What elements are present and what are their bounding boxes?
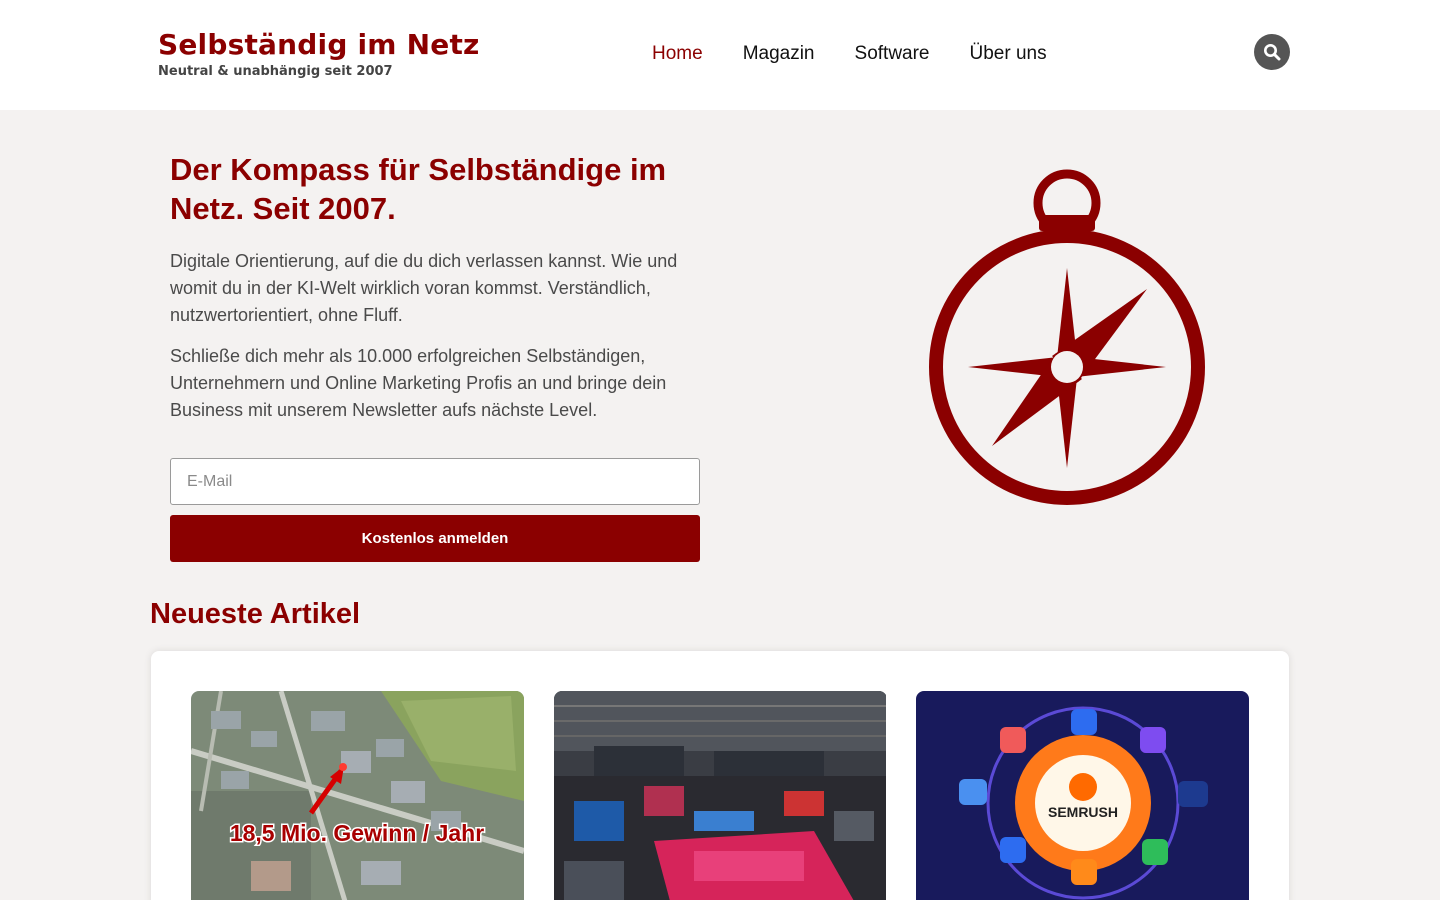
hero-title: Der Kompass für Selbständige im Netz. Se… (170, 152, 667, 226)
article-card[interactable]: SEMRUSH (916, 691, 1249, 900)
article-card[interactable]: 18,5 Mio. Gewinn / Jahr (191, 691, 524, 900)
nav-item-magazin[interactable]: Magazin (743, 43, 815, 65)
search-icon (1264, 44, 1281, 61)
article-image-caption: SEMRUSH (1048, 804, 1118, 820)
compass-icon (928, 168, 1208, 513)
article-image-semrush: SEMRUSH (916, 691, 1249, 900)
site-header: Selbständig im Netz Neutral & unabhängig… (0, 0, 1440, 110)
signup-button[interactable]: Kostenlos anmelden (170, 515, 700, 562)
articles-panel: 18,5 Mio. Gewinn / Jahr SEMRUSH (151, 651, 1289, 900)
nav-item-ueber-uns[interactable]: Über uns (970, 43, 1047, 65)
section-title-latest-articles: Neueste Artikel (150, 598, 361, 630)
site-logo[interactable]: Selbständig im Netz Neutral & unabhängig… (158, 28, 480, 79)
hero-newsletter-pitch: Schließe dich mehr als 10.000 erfolgreic… (170, 346, 667, 420)
search-button[interactable] (1254, 34, 1290, 70)
article-image-caption: 18,5 Mio. Gewinn / Jahr (230, 820, 484, 846)
logo-subtitle: Neutral & unabhängig seit 2007 (158, 64, 393, 79)
email-field[interactable] (170, 458, 700, 505)
hero-intro: Digitale Orientierung, auf die du dich v… (170, 251, 678, 325)
main-nav: Home Magazin Software Über uns (652, 43, 1047, 65)
article-image-expo-hall (554, 691, 886, 900)
nav-item-software[interactable]: Software (855, 43, 930, 65)
article-image-map: 18,5 Mio. Gewinn / Jahr (191, 691, 524, 900)
logo-title: Selbständig im Netz (158, 28, 480, 61)
nav-item-home[interactable]: Home (652, 43, 703, 65)
article-card[interactable] (554, 691, 887, 900)
